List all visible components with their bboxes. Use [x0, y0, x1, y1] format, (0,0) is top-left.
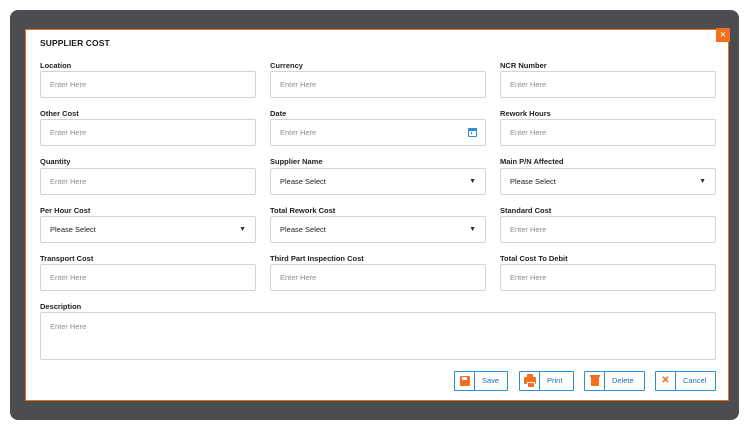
per-hour-cost-select[interactable]: Please Select ▼ [40, 216, 256, 243]
close-icon[interactable]: × [716, 28, 730, 42]
delete-icon-wrap [585, 372, 605, 390]
standard-cost-label: Standard Cost [500, 206, 552, 215]
calendar-icon[interactable] [468, 128, 477, 137]
save-label: Save [482, 376, 500, 385]
date-placeholder: Enter Here [280, 128, 317, 137]
delete-label: Delete [612, 376, 634, 385]
total-rework-cost-select[interactable]: Please Select ▼ [270, 216, 486, 243]
standard-cost-input[interactable]: Enter Here [500, 216, 716, 243]
chevron-down-icon: ▼ [469, 178, 476, 185]
rework-hours-input[interactable]: Enter Here [500, 119, 716, 146]
cancel-button[interactable]: ✕ Cancel [655, 371, 716, 391]
delete-button[interactable]: Delete [584, 371, 645, 391]
rework-hours-label: Rework Hours [500, 109, 551, 118]
chevron-down-icon: ▼ [699, 178, 706, 185]
printer-icon [524, 374, 536, 388]
other-cost-label: Other Cost [40, 109, 79, 118]
chevron-down-icon: ▼ [239, 226, 246, 233]
save-button[interactable]: Save [454, 371, 508, 391]
ncr-number-label: NCR Number [500, 61, 547, 70]
transport-cost-input[interactable]: Enter Here [40, 264, 256, 291]
date-input[interactable]: Enter Here [270, 119, 486, 146]
total-rework-cost-label: Total Rework Cost [270, 206, 336, 215]
total-cost-to-debit-input[interactable]: Enter Here [500, 264, 716, 291]
date-label: Date [270, 109, 287, 118]
supplier-name-value: Please Select [280, 177, 326, 186]
location-label: Location [40, 61, 72, 70]
main-pn-affected-value: Please Select [510, 177, 556, 186]
print-label: Print [547, 376, 563, 385]
other-cost-input[interactable]: Enter Here [40, 119, 256, 146]
per-hour-cost-label: Per Hour Cost [40, 206, 91, 215]
supplier-name-select[interactable]: Please Select ▼ [270, 168, 486, 195]
currency-label: Currency [270, 61, 303, 70]
cancel-label: Cancel [683, 376, 707, 385]
quantity-label: Quantity [40, 157, 71, 166]
currency-input[interactable]: Enter Here [270, 71, 486, 98]
total-cost-to-debit-label: Total Cost To Debit [500, 254, 568, 263]
main-pn-affected-select[interactable]: Please Select ▼ [500, 168, 716, 195]
floppy-disk-icon [460, 376, 470, 386]
third-part-inspection-cost-label: Third Part Inspection Cost [270, 254, 364, 263]
third-part-inspection-cost-input[interactable]: Enter Here [270, 264, 486, 291]
main-pn-affected-label: Main P/N Affected [500, 157, 564, 166]
trash-icon [590, 375, 600, 386]
chevron-down-icon: ▼ [469, 226, 476, 233]
print-button[interactable]: Print [519, 371, 574, 391]
location-input[interactable]: Enter Here [40, 71, 256, 98]
per-hour-cost-value: Please Select [50, 225, 96, 234]
total-rework-cost-value: Please Select [280, 225, 326, 234]
dialog-title: SUPPLIER COST [40, 38, 110, 48]
x-icon: ✕ [656, 372, 676, 390]
description-textarea[interactable]: Enter Here [40, 312, 716, 360]
print-icon-wrap [520, 372, 540, 390]
supplier-name-label: Supplier Name [270, 157, 323, 166]
quantity-input[interactable]: Enter Here [40, 168, 256, 195]
ncr-number-input[interactable]: Enter Here [500, 71, 716, 98]
description-label: Description [40, 302, 82, 311]
save-icon-wrap [455, 372, 475, 390]
transport-cost-label: Transport Cost [40, 254, 94, 263]
